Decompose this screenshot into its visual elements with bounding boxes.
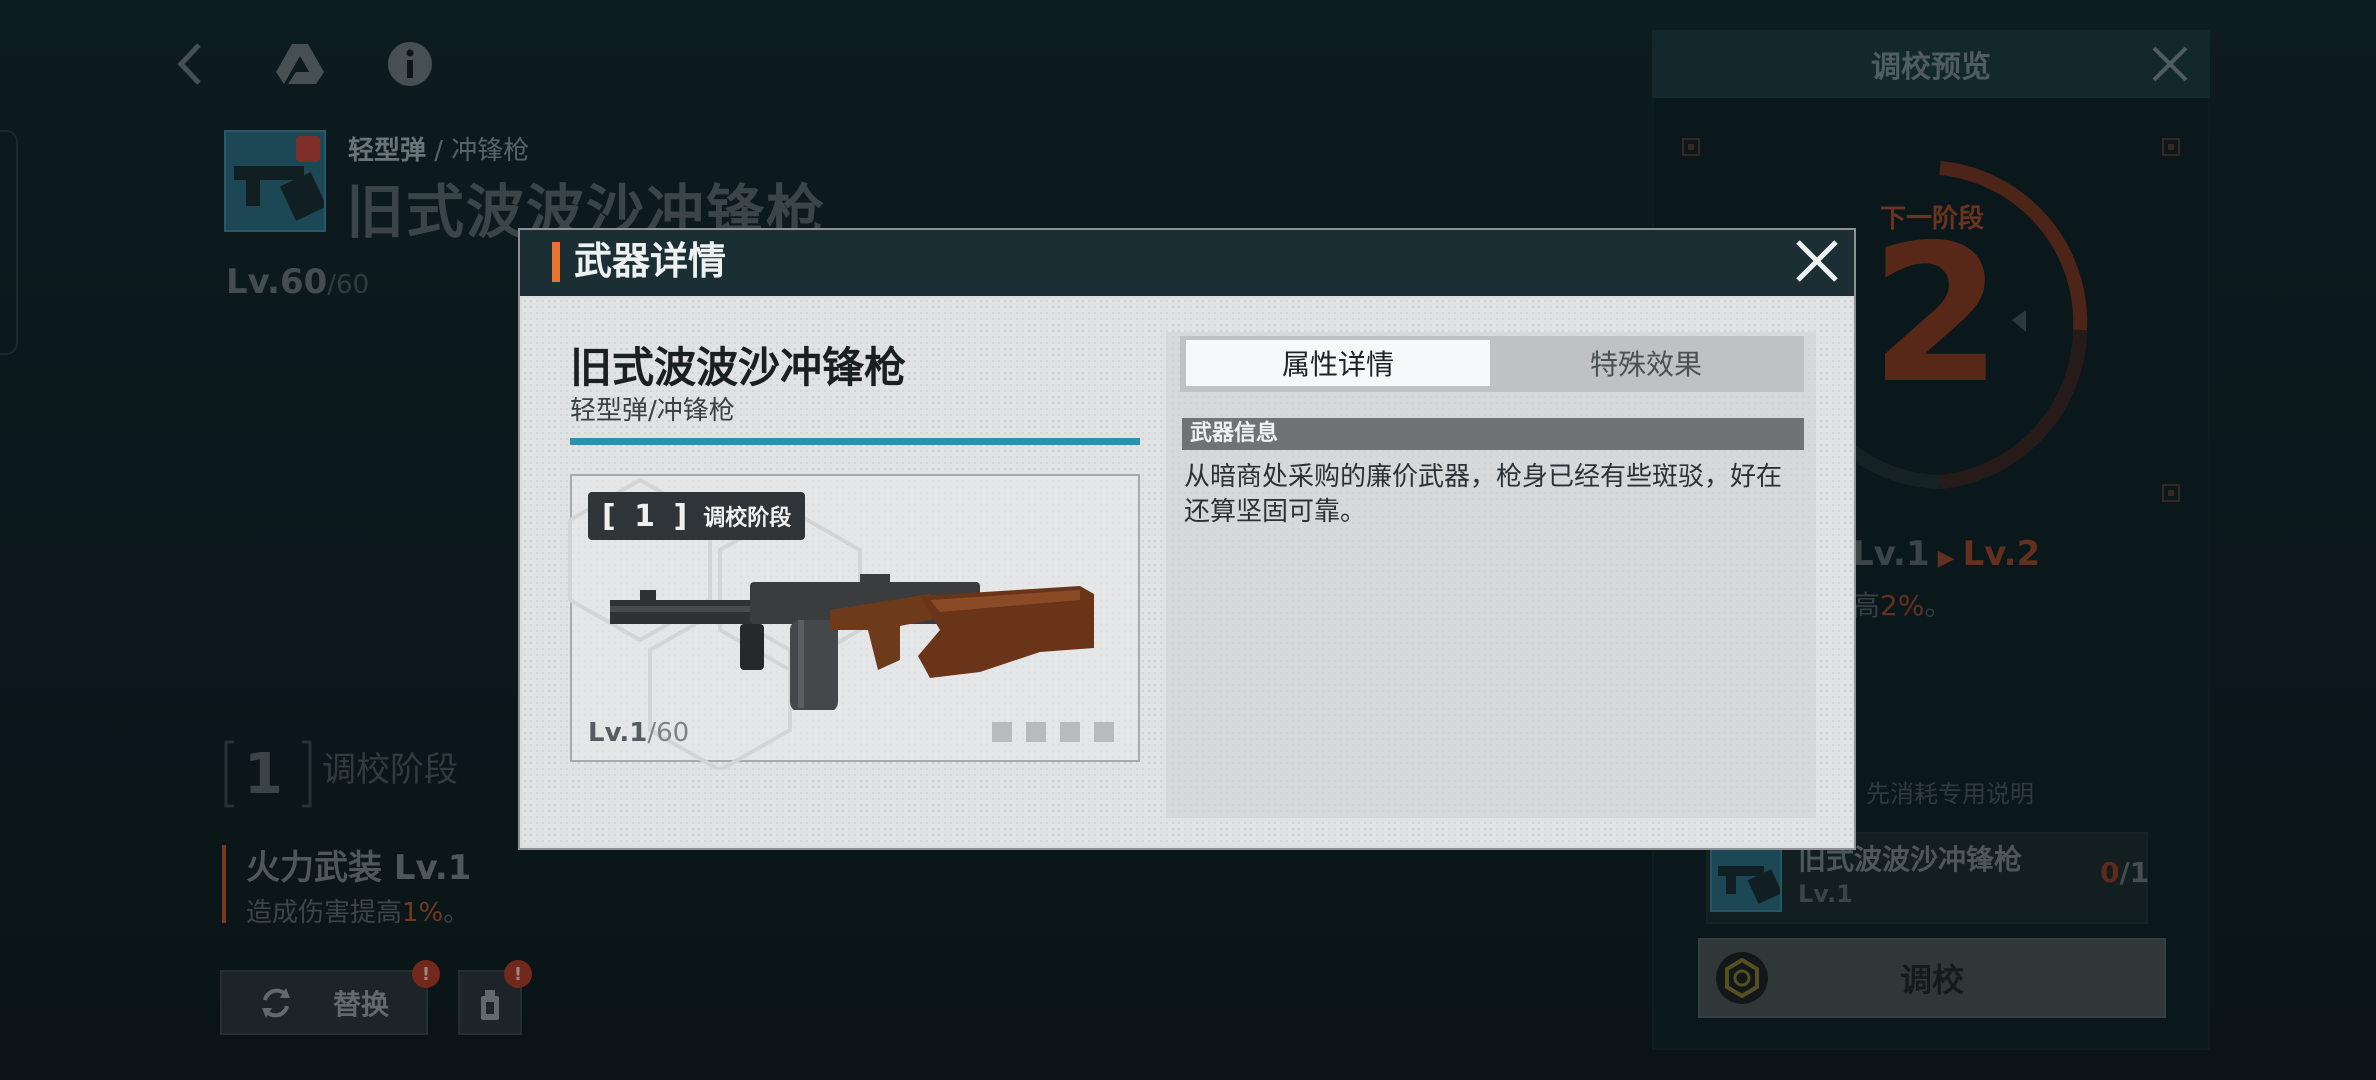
info-text: 从暗商处采购的廉价武器，枪身已经有些斑驳，好在还算坚固可靠。: [1184, 462, 1783, 527]
upgrade-pips: [992, 722, 1114, 742]
pip: [992, 722, 1012, 742]
game-screen: 轻型弹 / 冲锋枪 旧式波波沙冲锋枪 Lv.60/60 1 调校阶段 火力武装 …: [0, 0, 2376, 1080]
modal-close-button[interactable]: [1786, 230, 1848, 292]
weapon-name: 旧式波波沙冲锋枪: [570, 343, 907, 392]
modal-title-accent: [552, 242, 560, 282]
detail-panel: [1166, 332, 1816, 818]
close-icon: [1796, 240, 1838, 282]
pip: [1026, 722, 1046, 742]
stage-tag-label: 调校阶段: [703, 506, 792, 531]
stage-tag: [ 1 ] 调校阶段: [588, 492, 806, 540]
info-heading: 武器信息: [1182, 418, 1804, 450]
tab-attributes[interactable]: 属性详情: [1186, 340, 1490, 386]
pip: [1060, 722, 1080, 742]
weapon-level: Lv.1/60: [588, 718, 690, 748]
pip: [1094, 722, 1114, 742]
stage-tag-number: [ 1 ]: [602, 498, 692, 534]
tab-special-effects[interactable]: 特殊效果: [1494, 340, 1798, 386]
weapon-type: 轻型弹/冲锋枪: [570, 396, 735, 426]
modal-title: 武器详情: [574, 239, 727, 283]
weapon-name-underline: [570, 438, 1140, 445]
ppsh-smg-icon: [610, 574, 1094, 710]
